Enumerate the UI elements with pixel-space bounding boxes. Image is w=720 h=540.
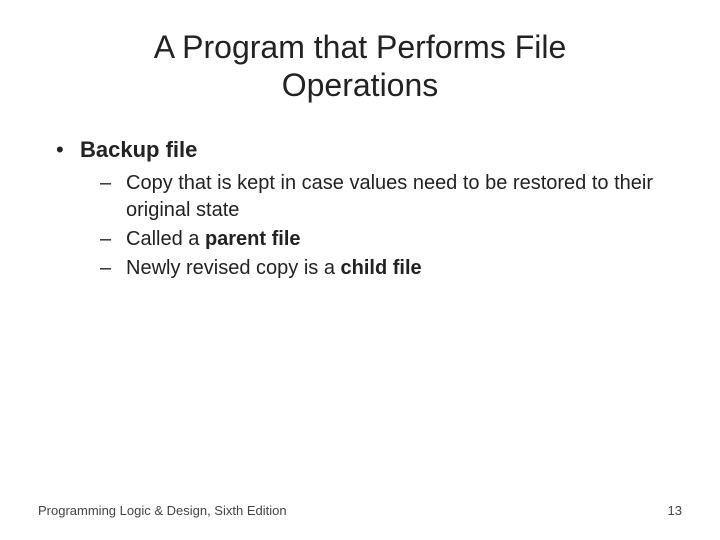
- sub-bullet-prefix: Called a: [126, 228, 205, 250]
- sub-bullet-text: Copy that is kept in case values need to…: [126, 172, 653, 221]
- page-number: 13: [668, 503, 682, 518]
- sub-bullet-parent-file: Called a parent file: [100, 226, 682, 253]
- sub-bullet-list: Copy that is kept in case values need to…: [38, 170, 682, 282]
- sub-bullet-child-file: Newly revised copy is a child file: [100, 255, 682, 282]
- footer-source: Programming Logic & Design, Sixth Editio…: [38, 503, 287, 518]
- slide: A Program that Performs File Operations …: [0, 0, 720, 540]
- slide-title: A Program that Performs File Operations: [38, 28, 682, 105]
- term-child-file: child file: [341, 257, 422, 279]
- sub-bullet-copy-kept: Copy that is kept in case values need to…: [100, 170, 682, 224]
- sub-bullet-prefix: Newly revised copy is a: [126, 257, 341, 279]
- bullet-backup-file: Backup file: [56, 135, 682, 165]
- bullet-text: Backup file: [80, 137, 197, 162]
- term-parent-file: parent file: [205, 228, 301, 250]
- slide-footer: Programming Logic & Design, Sixth Editio…: [38, 503, 682, 518]
